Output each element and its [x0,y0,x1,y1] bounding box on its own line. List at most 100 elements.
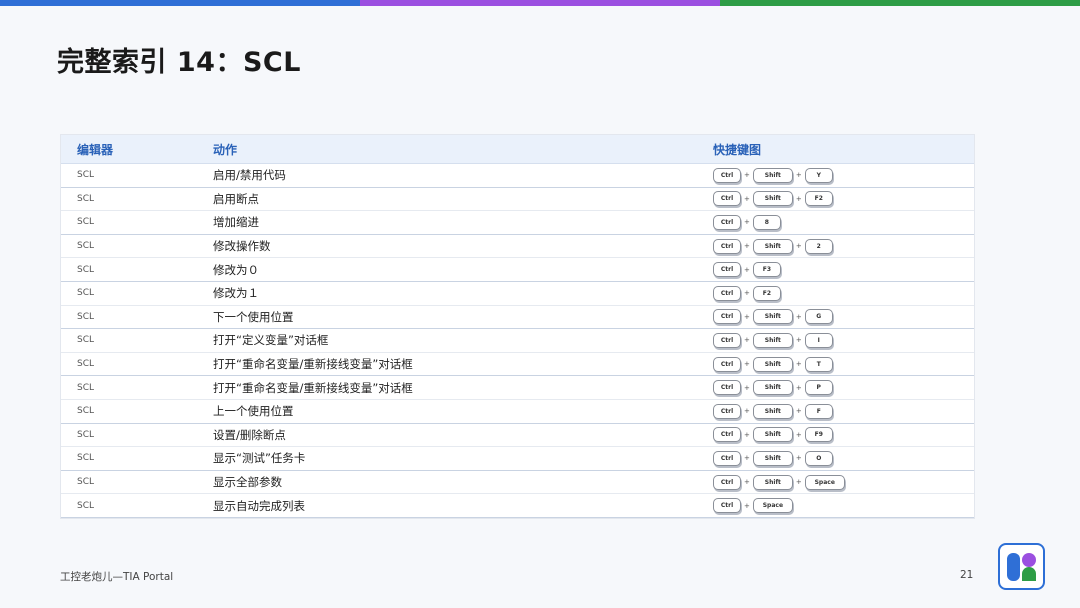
plus-sign: + [744,289,750,298]
keycap: Shift [752,474,793,490]
brand-logo-svg [1007,553,1036,581]
keycap: F3 [752,262,781,278]
keycap: Y [804,167,833,183]
cell-shortcut: Ctrl + Shift + F2 [713,191,974,207]
table-row: SCL 启用断点 Ctrl + Shift + F2 [61,188,974,212]
cell-shortcut: Ctrl + Shift + F [713,403,974,419]
footer-text: 工控老炮儿—TIA Portal [60,571,174,583]
table-row: SCL 启用/禁用代码 Ctrl + Shift + Y [61,164,974,188]
cell-shortcut: Ctrl + Shift + G [713,309,974,325]
keycap: Ctrl [713,285,741,301]
table-row: SCL 下一个使用位置 Ctrl + Shift + G [61,306,974,330]
keycap: Shift [752,450,793,466]
cell-shortcut: Ctrl + Shift +2 [713,238,974,254]
cell-editor: SCL [77,241,95,252]
cell-editor: SCL [77,170,95,181]
table-row: SCL 修改为０ Ctrl + F3 [61,258,974,282]
plus-sign: + [744,218,750,227]
table-row: SCL 设置/删除断点 Ctrl + Shift + F9 [61,424,974,448]
cell-editor: SCL [77,264,95,275]
keycap: Ctrl [713,238,741,254]
cell-shortcut: Ctrl + Space [713,498,974,514]
plus-sign: + [795,360,802,369]
cell-action: 打开“重命名变量/重新接线变量”对话框 [213,357,413,372]
cell-action: 显示全部参数 [213,475,282,490]
table-row: SCL 打开“重命名变量/重新接线变量”对话框 Ctrl + Shift + T [61,353,974,377]
keycap: Ctrl [713,167,741,183]
table-row: SCL 打开“重命名变量/重新接线变量”对话框 Ctrl + Shift + P [61,376,974,400]
top-bar-purple [360,0,720,6]
keycap: T [804,356,833,372]
cell-action: 显示自动完成列表 [213,498,305,513]
keycap: Ctrl [713,427,741,443]
cell-editor: SCL [77,429,95,440]
keycap: 2 [804,238,833,254]
plus-sign: + [744,171,750,180]
table-header: 编辑器 动作 快捷键图 [61,135,974,164]
cell-shortcut: Ctrl + Shift + O [713,450,974,466]
cell-shortcut: Ctrl + Shift + Y [713,167,974,183]
top-color-bar [0,0,1080,6]
keycap: G [804,309,833,325]
cell-action: 修改为０ [213,262,259,277]
keycap: Ctrl [713,309,741,325]
cell-editor: SCL [77,217,95,228]
keycap: Shift [752,403,793,419]
keycap: Ctrl [713,450,741,466]
table-body: SCL 启用/禁用代码 Ctrl + Shift + Y SCL 启用断点 Ctrl + Shift +… [61,164,974,518]
keycap: Space [804,474,845,490]
keycap: Shift [752,191,793,207]
cell-editor: SCL [77,311,95,322]
keycap: Shift [752,238,793,254]
plus-sign: + [744,407,750,416]
cell-editor: SCL [77,288,95,299]
keycap: O [804,450,833,466]
cell-shortcut: Ctrl + Shift + F9 [713,427,974,443]
cell-editor: SCL [77,382,95,393]
keycap: F2 [804,191,833,207]
cell-shortcut: Ctrl + F2 [713,285,974,301]
keycap: Shift [752,356,793,372]
plus-sign: + [744,430,750,439]
cell-action: 下一个使用位置 [213,309,294,324]
plus-sign: + [795,478,802,487]
keycap: Space [752,498,793,514]
plus-sign: + [744,454,750,463]
table-row: SCL 显示全部参数 Ctrl + Shift + Space [61,471,974,495]
cell-action: 打开“重命名变量/重新接线变量”对话框 [213,380,413,395]
keycap: Shift [752,332,793,348]
plus-sign: + [795,383,802,392]
keycap: Ctrl [713,356,741,372]
plus-sign: + [744,194,750,203]
plus-sign: + [795,242,802,251]
cell-action: 上一个使用位置 [213,404,294,419]
plus-sign: + [795,194,802,203]
header-action: 动作 [213,142,238,157]
shortcut-table: 编辑器 动作 快捷键图 SCL 启用/禁用代码 Ctrl + Shift + Y SCL 启用断… [60,134,975,519]
keycap: Ctrl [713,403,741,419]
table-row: SCL 显示“测试”任务卡 Ctrl + Shift + O [61,447,974,471]
keycap: Ctrl [713,498,741,514]
keycap: Shift [752,427,793,443]
plus-sign: + [795,336,802,345]
keycap: F9 [804,427,833,443]
keycap: Shift [752,167,793,183]
plus-sign: + [744,336,750,345]
cell-action: 增加缩进 [213,215,259,230]
cell-action: 显示“测试”任务卡 [213,451,306,466]
keycap: Ctrl [713,474,741,490]
table-row: SCL 修改操作数 Ctrl + Shift +2 [61,235,974,259]
cell-action: 打开“定义变量”对话框 [213,333,329,348]
plus-sign: + [744,312,750,321]
plus-sign: + [795,454,802,463]
page-number: 21 [960,569,974,581]
header-editor: 编辑器 [77,142,114,157]
cell-action: 修改为１ [213,286,259,301]
brand-logo-icon [998,543,1045,590]
cell-shortcut: Ctrl + Shift + P [713,380,974,396]
cell-shortcut: Ctrl + F3 [713,262,974,278]
keycap: 8 [752,214,781,230]
table-row: SCL 打开“定义变量”对话框 Ctrl + Shift + I [61,329,974,353]
table-row: SCL 显示自动完成列表 Ctrl + Space [61,494,974,518]
plus-sign: + [744,501,750,510]
